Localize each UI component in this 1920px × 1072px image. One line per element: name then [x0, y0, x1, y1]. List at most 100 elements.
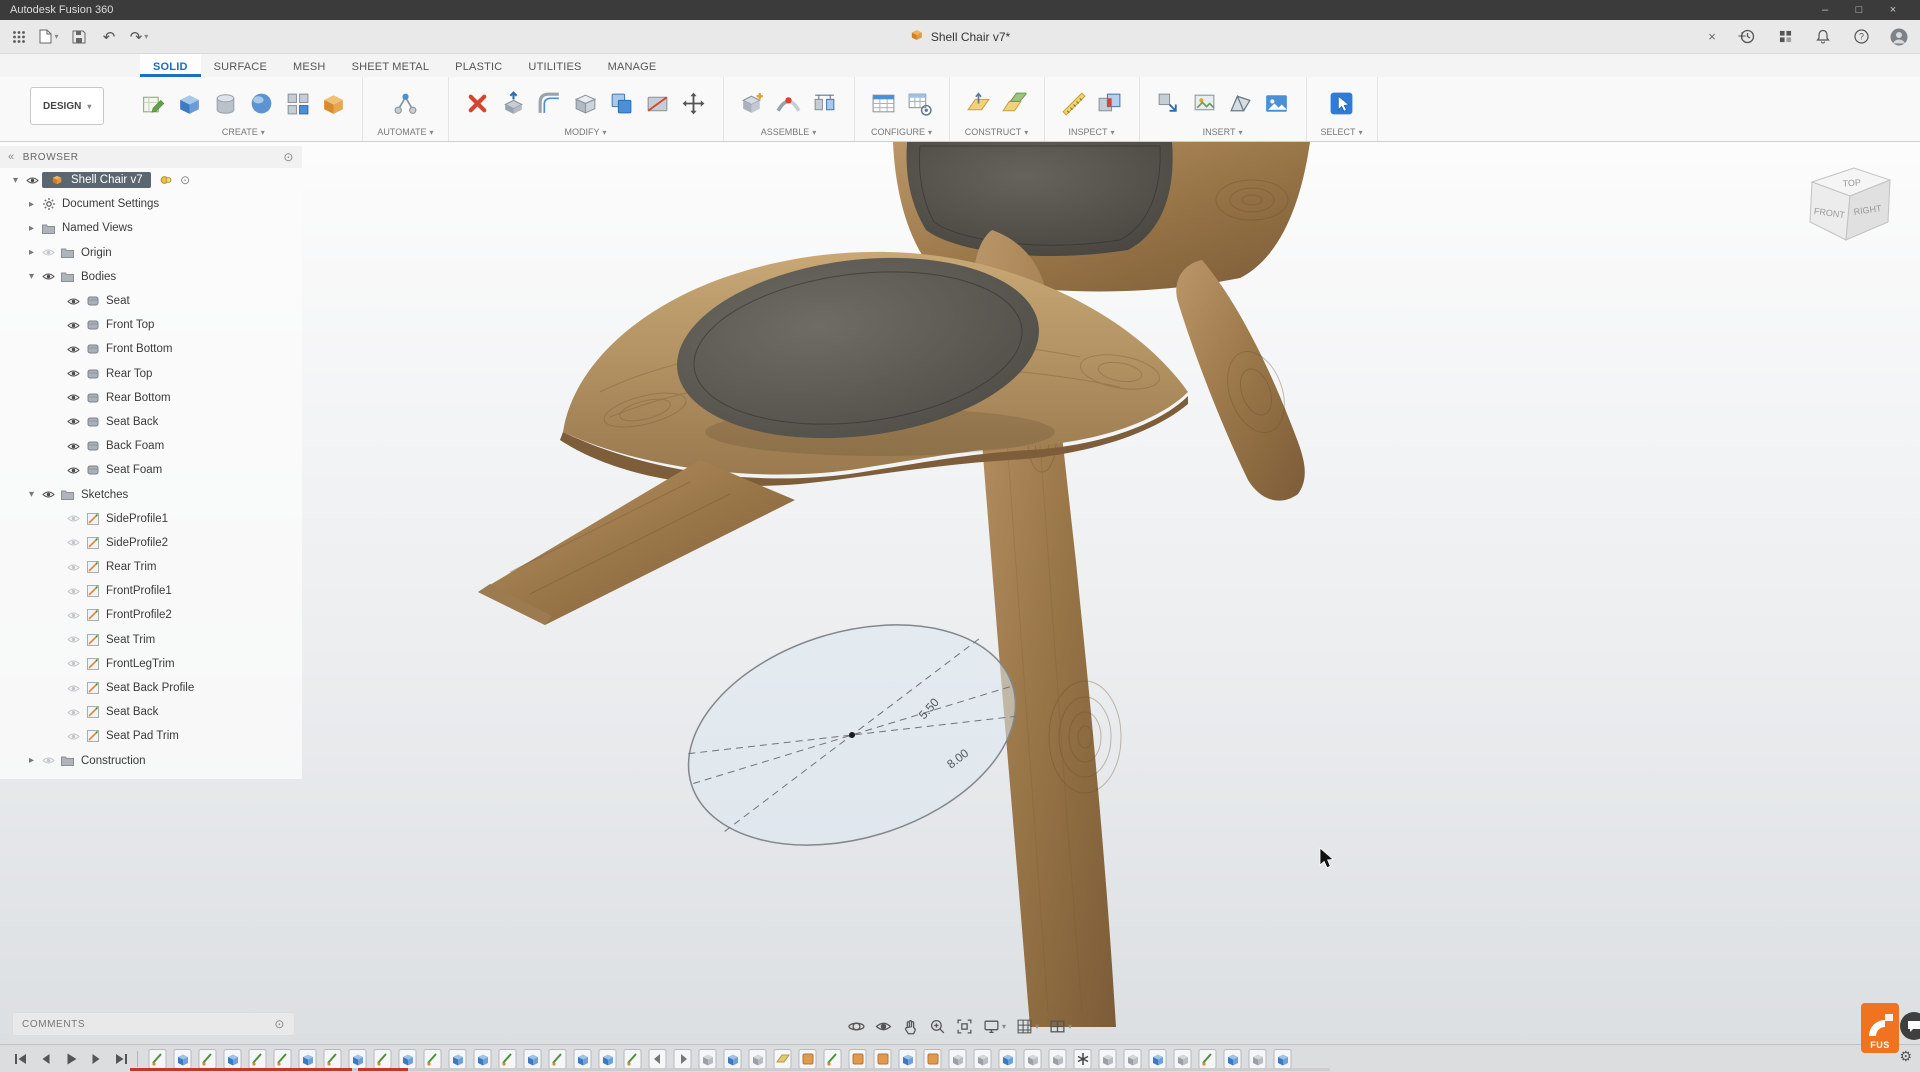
tree-item-sideprofile2[interactable]: SideProfile2 — [0, 531, 302, 555]
timeline-feature-icon[interactable] — [673, 1048, 693, 1070]
document-tab[interactable]: Shell Chair v7* — [910, 20, 1010, 53]
job-status-icon[interactable] — [1735, 25, 1759, 49]
timeline-feature-icon[interactable] — [723, 1048, 743, 1070]
ribbon-tab-sheet-metal[interactable]: SHEET METAL — [339, 54, 443, 77]
undo-icon[interactable]: ↶ — [97, 25, 121, 49]
timeline-feature-icon[interactable] — [298, 1048, 318, 1070]
pattern-icon[interactable] — [282, 88, 312, 120]
comments-options-icon[interactable]: ⊙ — [274, 1017, 285, 1031]
chair-right-leg[interactable] — [1176, 260, 1305, 501]
visibility-eye-icon[interactable] — [64, 684, 83, 693]
tree-item-document-settings[interactable]: ▸Document Settings — [0, 192, 302, 216]
timeline-feature-icon[interactable] — [1023, 1048, 1043, 1070]
redo-icon[interactable]: ↷▾ — [127, 25, 151, 49]
tree-item-seat[interactable]: Seat — [0, 289, 302, 313]
tree-item-back-foam[interactable]: Back Foam — [0, 434, 302, 458]
fillet-icon[interactable] — [535, 88, 565, 120]
interference-icon[interactable] — [1095, 88, 1125, 120]
arrow-collapsed-icon[interactable]: ▸ — [24, 247, 39, 258]
toolbar-group-label[interactable]: AUTOMATE — [377, 127, 433, 140]
chair-front-leg[interactable] — [478, 460, 795, 625]
tree-item-frontprofile2[interactable]: FrontProfile2 — [0, 603, 302, 627]
tree-item-frontprofile1[interactable]: FrontProfile1 — [0, 579, 302, 603]
save-icon[interactable] — [67, 25, 91, 49]
timeline-feature-icon[interactable] — [598, 1048, 618, 1070]
visibility-eye-icon[interactable] — [64, 659, 83, 668]
visibility-eye-icon[interactable] — [64, 587, 83, 596]
arrow-expanded-icon[interactable]: ▾ — [24, 271, 39, 282]
visibility-eye-icon[interactable] — [64, 538, 83, 547]
tree-item-root[interactable]: ▾ Shell Chair v7 ⊙ — [0, 168, 302, 192]
timeline-feature-icon[interactable] — [923, 1048, 943, 1070]
arrow-collapsed-icon[interactable]: ▸ — [24, 755, 39, 766]
timeline-feature-icon[interactable] — [798, 1048, 818, 1070]
config-table-icon[interactable] — [905, 88, 935, 120]
notifications-icon[interactable] — [1811, 25, 1835, 49]
tree-item-construction[interactable]: ▸Construction — [0, 749, 302, 773]
timeline-feature-icon[interactable] — [198, 1048, 218, 1070]
timeline-scrubber[interactable] — [130, 1068, 1330, 1071]
display-settings-icon[interactable]: ▾ — [980, 1014, 1009, 1038]
offset-plane-icon[interactable] — [964, 88, 994, 120]
help-icon[interactable]: ? — [1849, 25, 1873, 49]
tree-item-seat-back[interactable]: Seat Back — [0, 410, 302, 434]
rigid-group-icon[interactable] — [810, 88, 840, 120]
orbit-icon[interactable] — [845, 1014, 868, 1038]
comments-bar[interactable]: COMMENTS ⊙ — [12, 1012, 295, 1036]
zoom-icon[interactable] — [926, 1014, 949, 1038]
insert-mesh-icon[interactable] — [1226, 88, 1256, 120]
extensions-icon[interactable] — [1773, 25, 1797, 49]
timeline-feature-icon[interactable] — [148, 1048, 168, 1070]
tree-item-front-top[interactable]: Front Top — [0, 313, 302, 337]
browser-options-icon[interactable]: ⊙ — [283, 150, 294, 164]
timeline-feature-icon[interactable] — [773, 1048, 793, 1070]
viewport[interactable]: 5.50 8.00 TOP FRONT RIGHT « — [0, 142, 1920, 1044]
fit-icon[interactable] — [953, 1014, 976, 1038]
shell-icon[interactable] — [571, 88, 601, 120]
toolbar-group-label[interactable]: MODIFY — [565, 127, 607, 140]
visibility-eye-icon[interactable] — [64, 321, 83, 330]
timeline-feature-icon[interactable] — [423, 1048, 443, 1070]
timeline-feature-icon[interactable] — [848, 1048, 868, 1070]
visibility-eye-icon[interactable] — [64, 297, 83, 306]
activate-radio-icon[interactable]: ⊙ — [176, 173, 195, 187]
ribbon-tab-surface[interactable]: SURFACE — [201, 54, 280, 77]
step-back-button[interactable] — [33, 1049, 58, 1069]
create-sketch-icon[interactable] — [138, 88, 168, 120]
timeline-feature-icon[interactable] — [1098, 1048, 1118, 1070]
timeline-feature-icon[interactable] — [648, 1048, 668, 1070]
visibility-eye-icon[interactable] — [64, 442, 83, 451]
timeline-feature-icon[interactable] — [1073, 1048, 1093, 1070]
arrow-expanded-icon[interactable]: ▾ — [24, 489, 39, 500]
user-avatar-icon[interactable] — [1887, 25, 1911, 49]
toolbar-group-label[interactable]: ASSEMBLE — [761, 127, 817, 140]
tree-item-frontlegtrim[interactable]: FrontLegTrim — [0, 652, 302, 676]
ribbon-tab-utilities[interactable]: UTILITIES — [515, 54, 594, 77]
arrow-collapsed-icon[interactable]: ▸ — [24, 223, 39, 234]
new-component-icon[interactable] — [738, 88, 768, 120]
skip-end-button[interactable] — [108, 1049, 133, 1069]
active-component-chip[interactable]: Shell Chair v7 — [42, 172, 151, 188]
tree-item-front-bottom[interactable]: Front Bottom — [0, 337, 302, 361]
timeline-feature-icon[interactable] — [398, 1048, 418, 1070]
delete-icon[interactable] — [463, 88, 493, 120]
timeline-feature-icon[interactable] — [173, 1048, 193, 1070]
tree-item-sideprofile1[interactable]: SideProfile1 — [0, 507, 302, 531]
press-pull-icon[interactable] — [499, 88, 529, 120]
timeline-feature-icon[interactable] — [973, 1048, 993, 1070]
toolbar-group-label[interactable]: SELECT — [1321, 127, 1363, 140]
timeline-feature-icon[interactable] — [1173, 1048, 1193, 1070]
skip-start-button[interactable] — [8, 1049, 33, 1069]
timeline-feature-icon[interactable] — [248, 1048, 268, 1070]
visibility-eye-icon[interactable] — [39, 272, 58, 281]
visibility-eye-icon[interactable] — [64, 369, 83, 378]
joint-icon[interactable] — [774, 88, 804, 120]
form-icon[interactable] — [318, 88, 348, 120]
timeline-feature-icon[interactable] — [748, 1048, 768, 1070]
visibility-eye-icon[interactable] — [23, 176, 42, 185]
timeline-feature-icon[interactable] — [873, 1048, 893, 1070]
visibility-eye-icon[interactable] — [64, 611, 83, 620]
visibility-eye-icon[interactable] — [64, 635, 83, 644]
timeline-feature-icon[interactable] — [223, 1048, 243, 1070]
timeline-feature-icon[interactable] — [448, 1048, 468, 1070]
